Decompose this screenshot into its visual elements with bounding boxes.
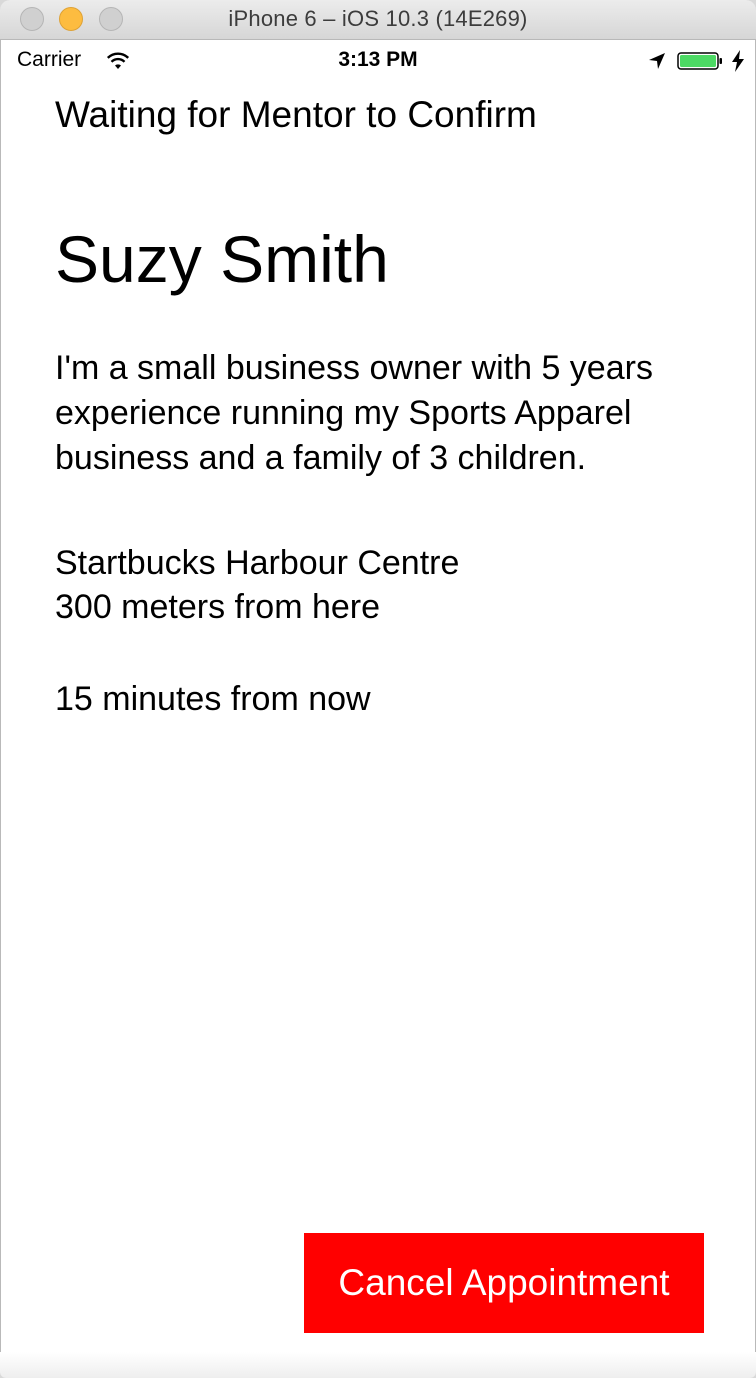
meeting-location-name: Startbucks Harbour Centre xyxy=(55,544,460,582)
simulator-window: iPhone 6 – iOS 10.3 (14E269) Carrier 3:1… xyxy=(0,0,756,1378)
meeting-location-distance: 300 meters from here xyxy=(55,588,381,626)
mentor-bio: I'm a small business owner with 5 years … xyxy=(55,349,653,477)
window-title: iPhone 6 – iOS 10.3 (14E269) xyxy=(228,6,528,31)
battery-icon xyxy=(677,52,722,70)
window-title-bar[interactable]: iPhone 6 – iOS 10.3 (14E269) xyxy=(0,0,756,40)
meeting-time: 15 minutes from now xyxy=(55,680,371,718)
appointment-status-heading: Waiting for Mentor to Confirm xyxy=(55,94,537,135)
status-bar-clock: 3:13 PM xyxy=(338,48,418,71)
cancel-appointment-button[interactable]: Cancel Appointment xyxy=(304,1233,704,1333)
ios-status-bar: Carrier 3:13 PM xyxy=(0,40,756,80)
mentor-name: Suzy Smith xyxy=(55,222,389,296)
window-bottom-edge xyxy=(0,1352,756,1378)
location-arrow-icon xyxy=(649,53,665,69)
charging-bolt-icon xyxy=(732,50,744,72)
